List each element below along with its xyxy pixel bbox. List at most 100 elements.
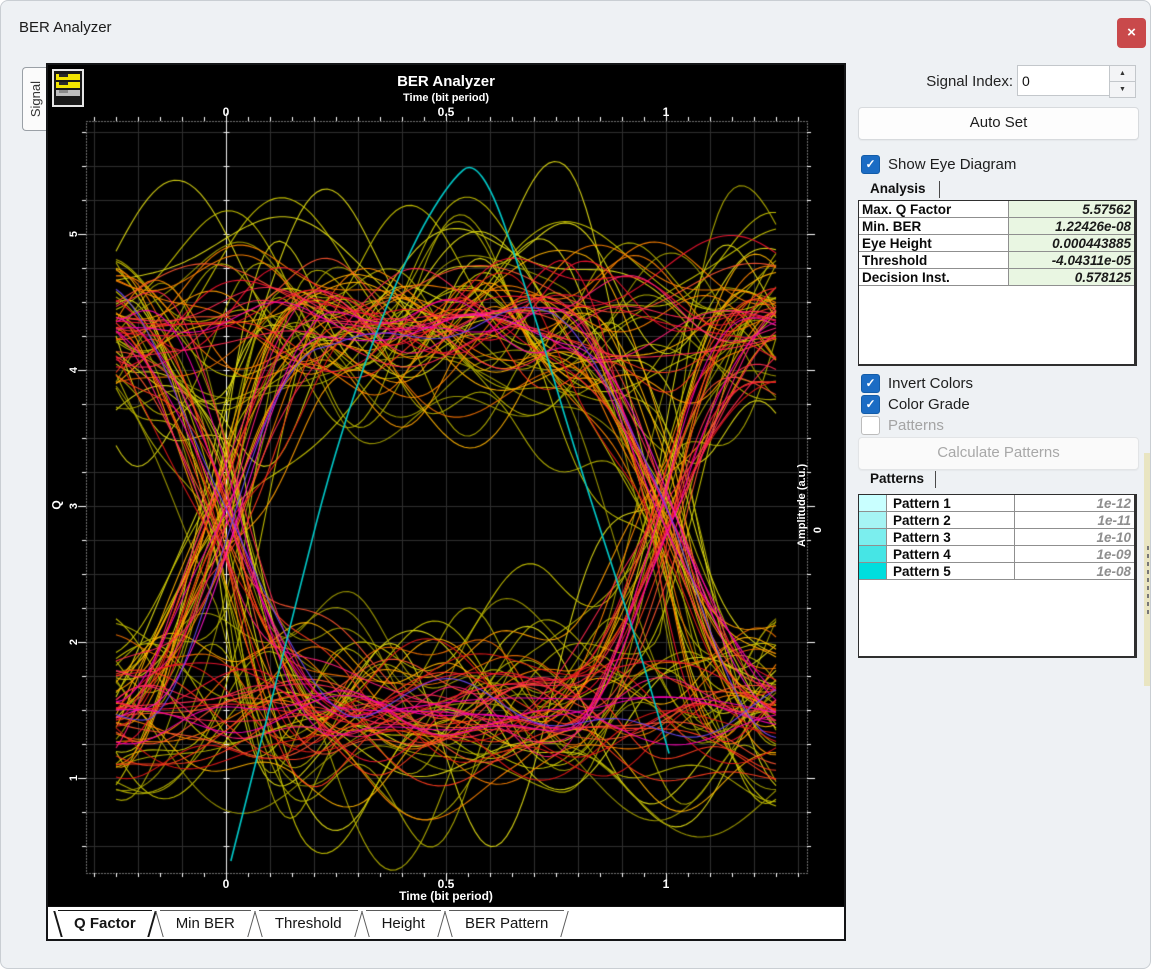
calculate-patterns-button: Calculate Patterns <box>858 437 1139 470</box>
patterns-tab-separator <box>935 471 936 488</box>
plot-area: BER Analyzer Time (bit period) 0 0.5 1 0 0.… <box>48 65 844 906</box>
analysis-row-name: Threshold <box>859 252 1009 268</box>
chart-container: BER Analyzer Time (bit period) 0 0.5 1 0 0.… <box>46 63 846 941</box>
pattern-row: Pattern 5 1e-08 <box>859 563 1134 580</box>
analysis-row-name: Max. Q Factor <box>859 201 1009 217</box>
spin-down-icon: ▼ <box>1119 86 1126 93</box>
pattern-row-name: Pattern 3 <box>887 529 1015 545</box>
analysis-row-value: 1.22426e-08 <box>1009 218 1134 234</box>
analysis-row: Min. BER 1.22426e-08 <box>859 218 1134 235</box>
check-icon: ✓ <box>865 156 876 171</box>
color-grade-checkbox[interactable]: ✓ <box>861 394 880 414</box>
result-tab-threshold[interactable]: Threshold <box>258 910 358 938</box>
patterns-table: Pattern 1 1e-12 Pattern 2 1e-11 Pattern 3 1e-… <box>858 494 1137 658</box>
pattern-color-swatch <box>859 563 887 579</box>
signal-index-input[interactable] <box>1017 65 1111 96</box>
check-icon: ✓ <box>865 396 876 411</box>
pattern-row: Pattern 2 1e-11 <box>859 512 1134 529</box>
result-tab-q-factor[interactable]: Q Factor <box>58 910 152 938</box>
x-tick-label: 1 <box>662 105 670 119</box>
patterns-tab[interactable]: Patterns <box>870 471 924 486</box>
result-tab-strip: Q Factor Min BER Threshold Height BER Patter… <box>48 906 844 938</box>
analysis-row: Decision Inst. 0.578125 <box>859 269 1134 286</box>
pattern-row-value: 1e-11 <box>1097 513 1131 528</box>
q-tick-label: 1 <box>68 774 80 782</box>
close-icon: × <box>1127 24 1136 41</box>
chart-top-axis-title: Time (bit period) <box>403 92 489 104</box>
x-tick-label: 0 <box>222 105 230 119</box>
signal-index-spinner: ▲ ▼ <box>1109 65 1136 98</box>
q-tick-label: 4 <box>68 366 80 374</box>
pattern-row-value: 1e-08 <box>1096 564 1131 579</box>
signal-side-tab[interactable]: Signal <box>22 67 47 131</box>
invert-colors-label: Invert Colors <box>888 374 974 392</box>
analysis-row-name: Eye Height <box>859 235 1009 251</box>
analysis-row: Max. Q Factor 5.57562 <box>859 201 1134 218</box>
ber-analyzer-window: BER Analyzer × Signal BER Analyzer Time … <box>0 0 1151 969</box>
pattern-row-value: 1e-10 <box>1096 530 1131 545</box>
show-eye-diagram-label: Show Eye Diagram <box>888 155 1017 173</box>
x-tick-label: 1 <box>662 877 670 891</box>
pattern-row-value: 1e-09 <box>1096 547 1131 562</box>
analysis-tab[interactable]: Analysis <box>870 181 926 196</box>
pattern-row-name: Pattern 2 <box>887 512 1015 528</box>
x-tick-label: 0 <box>222 877 230 891</box>
graph-palette-icon[interactable] <box>52 69 84 107</box>
spin-up-icon: ▲ <box>1119 70 1126 77</box>
pattern-row-name: Pattern 1 <box>887 495 1015 511</box>
result-tab-min-ber[interactable]: Min BER <box>159 910 251 938</box>
signal-index-label: Signal Index: <box>926 73 1013 90</box>
analysis-row-value: 0.000443885 <box>1009 235 1134 251</box>
pattern-row-value: 1e-12 <box>1096 496 1131 511</box>
check-icon: ✓ <box>865 375 876 390</box>
screenshot-stage: BER Analyzer × Signal BER Analyzer Time … <box>0 0 1151 969</box>
pattern-row: Pattern 4 1e-09 <box>859 546 1134 563</box>
analysis-row-name: Decision Inst. <box>859 269 1009 285</box>
pattern-row-name: Pattern 5 <box>887 563 1015 579</box>
color-grade-row: ✓ Color Grade <box>861 394 970 414</box>
spin-down-button[interactable]: ▼ <box>1109 82 1136 98</box>
analysis-row-value: 0.578125 <box>1009 269 1134 285</box>
chart-title: BER Analyzer <box>397 73 495 90</box>
analysis-row-name: Min. BER <box>859 218 1009 234</box>
window-edge-artifact <box>1144 453 1150 686</box>
color-grade-label: Color Grade <box>888 395 970 413</box>
show-eye-diagram-checkbox[interactable]: ✓ <box>861 154 880 174</box>
result-tab-ber-pattern[interactable]: BER Pattern <box>448 910 565 938</box>
eye-diagram-canvas[interactable] <box>48 65 844 906</box>
q-axis-title: Q <box>49 500 64 510</box>
amplitude-axis-title: Amplitude (a.u.) <box>796 463 808 547</box>
patterns-label: Patterns <box>888 416 944 434</box>
window-title: BER Analyzer <box>19 19 112 36</box>
pattern-color-swatch <box>859 512 887 528</box>
analysis-row-value: 5.57562 <box>1009 201 1134 217</box>
amplitude-tick-label: 0 <box>812 527 824 534</box>
q-tick-label: 2 <box>68 638 80 646</box>
patterns-checkbox: ✓ <box>861 415 880 435</box>
pattern-row: Pattern 3 1e-10 <box>859 529 1134 546</box>
invert-colors-checkbox[interactable]: ✓ <box>861 373 880 393</box>
q-tick-label: 3 <box>68 502 80 510</box>
invert-colors-row: ✓ Invert Colors <box>861 373 973 393</box>
spin-up-button[interactable]: ▲ <box>1109 65 1136 82</box>
pattern-color-swatch <box>859 546 887 562</box>
check-icon: ✓ <box>865 418 875 432</box>
pattern-color-swatch <box>859 495 887 511</box>
q-tick-label: 5 <box>68 230 80 238</box>
pattern-row-name: Pattern 4 <box>887 546 1015 562</box>
show-eye-diagram-row: ✓ Show Eye Diagram <box>861 154 1016 174</box>
close-button[interactable]: × <box>1117 18 1146 48</box>
analysis-row: Eye Height 0.000443885 <box>859 235 1134 252</box>
auto-set-button[interactable]: Auto Set <box>858 107 1139 140</box>
result-tab-height[interactable]: Height <box>365 910 441 938</box>
analysis-row-value: -4.04311e-05 <box>1009 252 1134 268</box>
signal-side-tab-label: Signal <box>27 80 43 118</box>
pattern-color-swatch <box>859 529 887 545</box>
analysis-table: Max. Q Factor 5.57562 Min. BER 1.22426e-08 E… <box>858 200 1137 366</box>
pattern-row: Pattern 1 1e-12 <box>859 495 1134 512</box>
patterns-row: ✓ Patterns <box>861 415 944 435</box>
analysis-tab-separator <box>939 181 940 198</box>
analysis-row: Threshold -4.04311e-05 <box>859 252 1134 269</box>
chart-bottom-axis-title: Time (bit period) <box>399 889 493 903</box>
x-tick-label: 0.5 <box>437 105 455 119</box>
